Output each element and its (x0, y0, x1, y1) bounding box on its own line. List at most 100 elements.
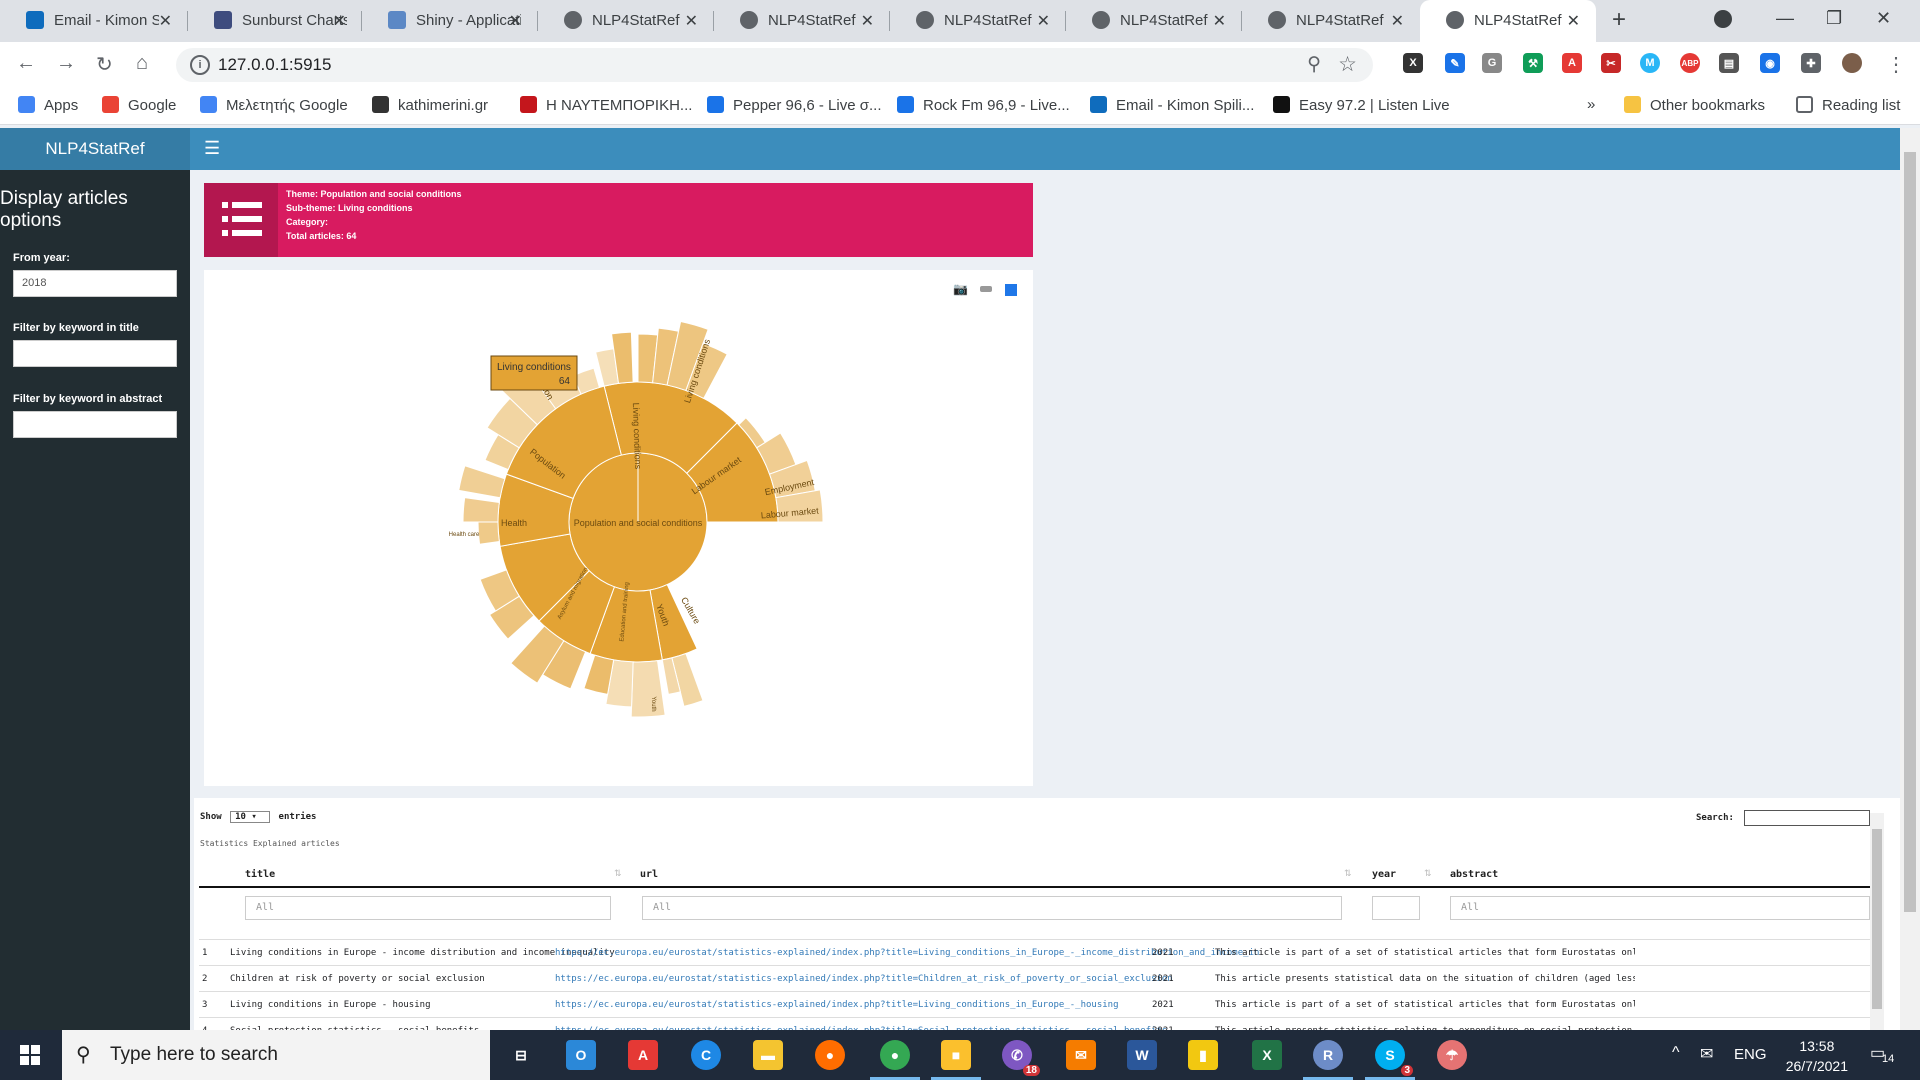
url-column-filter[interactable]: All (642, 896, 1342, 920)
sidebar-toggle-icon[interactable]: ☰ (204, 138, 220, 159)
col-year-header[interactable]: year (1372, 869, 1396, 880)
bookmark-star-icon[interactable]: ☆ (1338, 52, 1357, 77)
table-row[interactable]: 2 Children at risk of poverty or social e… (199, 965, 1874, 992)
browser-tab[interactable]: Shiny - Applicatio ✕ (362, 0, 538, 42)
sort-url-icon[interactable]: ⇅ (1344, 868, 1352, 879)
other-bookmarks[interactable]: Other bookmarks (1624, 96, 1765, 114)
bookmark-item[interactable]: Μελετητής Google (200, 96, 348, 114)
tray-chevron-icon[interactable]: ^ (1672, 1044, 1680, 1062)
tab-close-icon[interactable]: ✕ (509, 11, 522, 31)
chrome-app-icon[interactable]: ● (870, 1040, 920, 1080)
tray-message-icon[interactable]: ✉ (1700, 1044, 1713, 1064)
adblock-icon[interactable]: ABP (1680, 53, 1700, 73)
col-url-header[interactable]: url (640, 869, 658, 880)
browser-tab[interactable]: Sunburst Charts ✕ (188, 0, 362, 42)
extensions-puzzle-icon[interactable]: ✚ (1801, 53, 1821, 73)
abstract-column-filter[interactable]: All (1450, 896, 1870, 920)
page-scroll-thumb[interactable] (1904, 152, 1916, 912)
back-icon[interactable]: ← (16, 52, 36, 75)
bookmark-item[interactable]: Apps (18, 96, 78, 114)
task-view-icon[interactable]: ⊟ (506, 1040, 536, 1070)
word-app-icon[interactable]: W (1127, 1040, 1157, 1070)
page-scrollbar[interactable] (1900, 128, 1920, 1030)
taskbar-clock[interactable]: 13:58 26/7/2021 (1786, 1036, 1848, 1076)
viber-app-icon[interactable]: ✆ 18 (1002, 1040, 1040, 1076)
extension-x-icon[interactable]: X (1403, 53, 1423, 73)
reading-list[interactable]: Reading list (1796, 96, 1900, 114)
notifications-icon[interactable]: ▭ 14 (1870, 1043, 1894, 1065)
bookmark-item[interactable]: Rock Fm 96,9 - Live... (897, 96, 1070, 114)
sticky-notes-icon[interactable]: ■ (931, 1040, 981, 1080)
bookmark-item[interactable]: Easy 97.2 | Listen Live (1273, 96, 1450, 114)
sunburst-outer-sector[interactable] (462, 497, 500, 523)
col-title-header[interactable]: title (245, 869, 275, 880)
tab-close-icon[interactable]: ✕ (861, 11, 874, 31)
bookmark-item[interactable]: kathimerini.gr (372, 96, 488, 114)
r-app-icon[interactable]: R (1303, 1040, 1353, 1080)
sort-year-icon[interactable]: ⇅ (1424, 868, 1432, 879)
browser-tab[interactable]: NLP4StatRef ✕ (714, 0, 890, 42)
extension-g-icon[interactable]: G (1482, 53, 1502, 73)
table-scroll-thumb[interactable] (1872, 829, 1882, 1009)
extension-tool-icon[interactable]: ⚒ (1523, 53, 1543, 73)
sunburst-outer-sector[interactable] (477, 521, 500, 545)
page-size-select[interactable]: 10 ▾ (230, 811, 271, 823)
browser-tab[interactable]: NLP4StatRef ✕ (1242, 0, 1420, 42)
tab-close-icon[interactable]: ✕ (1391, 11, 1404, 31)
language-indicator[interactable]: ENG (1734, 1046, 1767, 1063)
forward-icon[interactable]: → (56, 52, 76, 75)
bookmark-item[interactable]: Pepper 96,6 - Live σ... (707, 96, 882, 114)
skype-app-icon[interactable]: S3 (1365, 1040, 1415, 1080)
abstract-filter-input[interactable] (13, 411, 177, 438)
power-bi-icon[interactable]: ▮ (1188, 1040, 1218, 1070)
table-search-input[interactable] (1744, 810, 1870, 826)
zoom-icon[interactable]: ⚲ (1307, 53, 1321, 76)
firefox-app-icon[interactable]: ● (815, 1040, 845, 1070)
extension-scissors-icon[interactable]: ✂ (1601, 53, 1621, 73)
minimize-icon[interactable]: — (1776, 8, 1794, 29)
tab-close-icon[interactable]: ✕ (333, 11, 346, 31)
table-row[interactable]: 1 Living conditions in Europe - income di… (199, 939, 1874, 966)
title-filter-input[interactable] (13, 340, 177, 367)
browser-tab[interactable]: NLP4StatRef ✕ (890, 0, 1066, 42)
bookmark-item[interactable]: Google (102, 96, 176, 114)
mail-app-icon[interactable]: ✉ (1066, 1040, 1096, 1070)
windows-start-icon[interactable] (20, 1045, 40, 1065)
extension-m-icon[interactable]: M (1640, 53, 1660, 73)
reload-icon[interactable]: ↻ (96, 52, 113, 77)
taskbar-search-box[interactable]: ⚲ Type here to search (62, 1030, 490, 1080)
home-icon[interactable]: ⌂ (136, 52, 148, 75)
site-info-icon[interactable]: i (190, 55, 210, 75)
sunburst-outer-sector[interactable] (630, 660, 666, 718)
browser-tab[interactable]: NLP4StatRef ✕ (1066, 0, 1242, 42)
tab-close-icon[interactable]: ✕ (159, 11, 172, 31)
extension-pen-icon[interactable]: ✎ (1445, 53, 1465, 73)
from-year-input[interactable]: 2018 (13, 270, 177, 297)
table-row[interactable]: 3 Living conditions in Europe - housing ht… (199, 991, 1874, 1018)
tab-close-icon[interactable]: ✕ (1567, 11, 1580, 31)
table-scrollbar[interactable] (1870, 813, 1884, 1030)
sort-title-icon[interactable]: ⇅ (614, 868, 622, 879)
vpn-app-icon[interactable]: ☂ (1437, 1040, 1467, 1070)
year-column-filter[interactable] (1372, 896, 1420, 920)
extension-doc-icon[interactable]: ▤ (1719, 53, 1739, 73)
browser-tab[interactable]: Email - Kimon Spili✕ (0, 0, 188, 42)
tab-close-icon[interactable]: ✕ (685, 11, 698, 31)
new-tab-button[interactable]: + (1612, 6, 1626, 34)
restore-icon[interactable]: ❐ (1826, 8, 1842, 29)
outlook-app-icon[interactable]: O (566, 1040, 596, 1070)
file-explorer-icon[interactable]: ▬ (753, 1040, 783, 1070)
tab-search-icon[interactable] (1714, 10, 1732, 28)
bookmark-item[interactable]: Email - Kimon Spili... (1090, 96, 1254, 114)
bookmarks-overflow-icon[interactable]: » (1587, 96, 1595, 113)
tab-close-icon[interactable]: ✕ (1213, 11, 1226, 31)
cortana-app-icon[interactable]: C (691, 1040, 721, 1070)
address-bar[interactable]: i 127.0.0.1:5915 ⚲ ☆ (176, 48, 1373, 82)
browser-tab[interactable]: NLP4StatRef ✕ (538, 0, 714, 42)
extension-pdf-icon[interactable]: A (1562, 53, 1582, 73)
bookmark-item[interactable]: Η ΝΑΥΤΕΜΠΟΡΙΚΗ... (520, 96, 692, 114)
close-window-icon[interactable]: ✕ (1876, 8, 1891, 29)
sunburst-chart[interactable]: Population and social conditions Living c… (204, 270, 1033, 786)
menu-kebab-icon[interactable]: ⋮ (1886, 52, 1906, 77)
sunburst-outer-sector[interactable] (458, 465, 506, 499)
